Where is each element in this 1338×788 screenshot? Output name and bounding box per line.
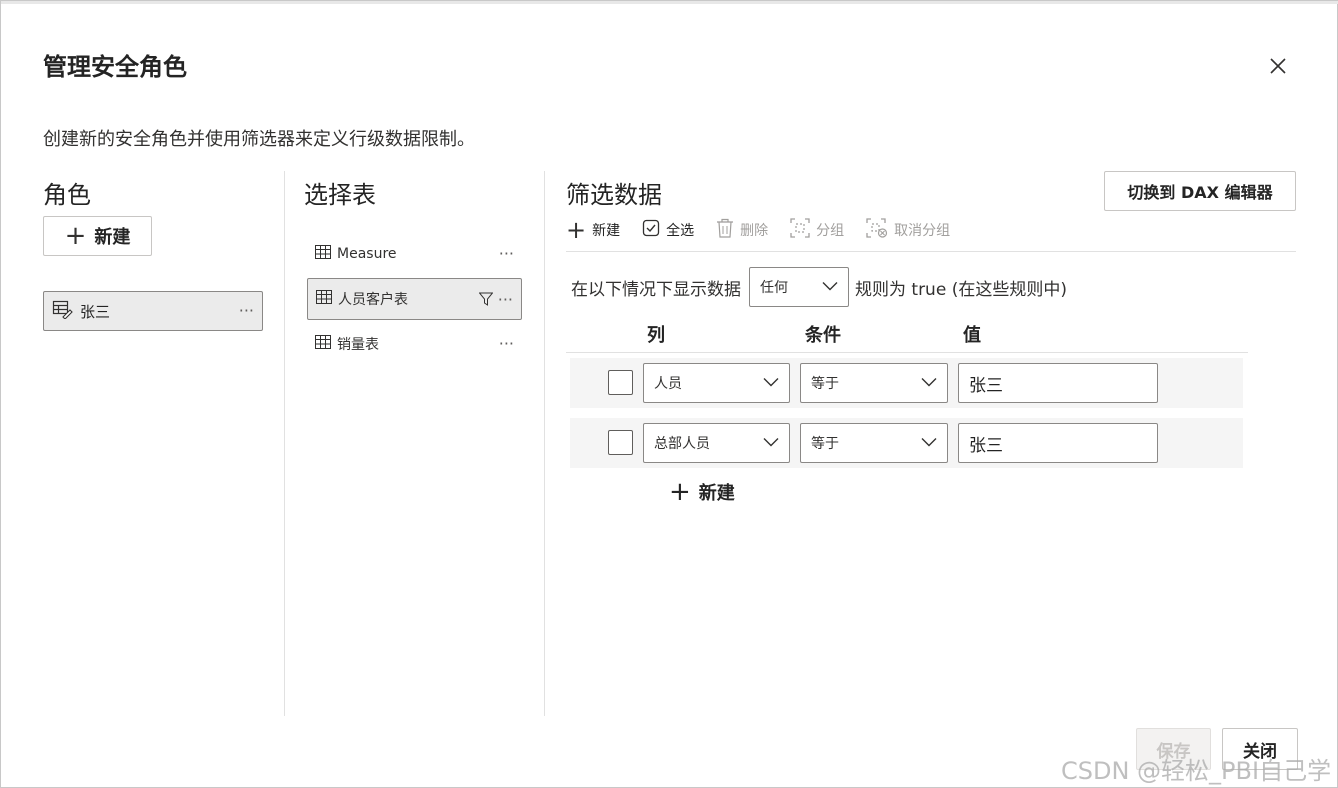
new-rule-label: 新建 bbox=[698, 483, 735, 504]
chevron-down-icon bbox=[921, 435, 937, 451]
filter-toolbar: + 新建 全选 删除 分组 取消分组 bbox=[566, 215, 972, 245]
column-divider bbox=[544, 171, 545, 716]
toolbar-ungroup-label: 取消分组 bbox=[894, 223, 951, 239]
new-role-button[interactable]: + 新建 bbox=[43, 216, 152, 256]
more-options-icon[interactable]: ··· bbox=[239, 301, 254, 320]
toolbar-select-all-label: 全选 bbox=[666, 223, 695, 239]
rule-condition-value: 等于 bbox=[811, 376, 839, 392]
column-header: 列 bbox=[647, 325, 665, 346]
rule-column-dropdown[interactable]: 人员 bbox=[643, 363, 790, 403]
rule-condition-dropdown[interactable]: 等于 bbox=[800, 423, 948, 463]
column-divider bbox=[284, 171, 285, 716]
rule-suffix-text: 规则为 true (在这些规则中) bbox=[855, 279, 1067, 300]
toolbar-new-label: 新建 bbox=[592, 223, 621, 239]
rule-condition-value: 等于 bbox=[811, 436, 839, 452]
background-strip bbox=[1, 1, 1338, 4]
role-edit-icon bbox=[52, 299, 74, 323]
toolbar-divider bbox=[566, 251, 1296, 252]
plus-icon: + bbox=[64, 221, 87, 251]
filter-rule-row: 总部人员 等于 张三 bbox=[570, 418, 1243, 468]
tables-heading: 选择表 bbox=[304, 181, 376, 209]
filter-rule-row: 人员 等于 张三 bbox=[570, 358, 1243, 408]
switch-to-dax-button[interactable]: 切换到 DAX 编辑器 bbox=[1104, 171, 1296, 211]
chevron-down-icon bbox=[763, 375, 779, 391]
toolbar-delete-button[interactable]: 删除 bbox=[716, 218, 768, 242]
roles-heading: 角色 bbox=[43, 181, 91, 209]
rule-column-dropdown[interactable]: 总部人员 bbox=[643, 423, 790, 463]
checkbox-checked-icon bbox=[642, 219, 660, 241]
table-icon bbox=[315, 245, 331, 263]
new-rule-button[interactable]: + 新建 bbox=[669, 479, 735, 505]
rule-match-value: 任何 bbox=[760, 280, 788, 296]
more-options-icon[interactable]: ··· bbox=[498, 290, 513, 309]
chevron-down-icon bbox=[763, 435, 779, 451]
condition-header: 条件 bbox=[805, 325, 841, 346]
rule-match-dropdown[interactable]: 任何 bbox=[749, 267, 849, 307]
rule-value-input[interactable]: 张三 bbox=[958, 363, 1158, 403]
table-item-label: 销量表 bbox=[337, 337, 379, 353]
ungroup-icon bbox=[866, 218, 888, 242]
toolbar-group-label: 分组 bbox=[816, 223, 845, 239]
group-icon bbox=[790, 218, 810, 242]
more-options-icon[interactable]: ··· bbox=[499, 244, 514, 263]
table-item-label: Measure bbox=[337, 246, 397, 262]
rule-checkbox[interactable] bbox=[608, 370, 633, 395]
value-header: 值 bbox=[963, 325, 981, 346]
rule-column-value: 人员 bbox=[654, 376, 682, 392]
dialog-title: 管理安全角色 bbox=[43, 53, 187, 81]
filter-icon bbox=[478, 292, 494, 310]
table-icon bbox=[316, 290, 332, 308]
toolbar-select-all-button[interactable]: 全选 bbox=[642, 219, 694, 241]
rule-condition-line: 在以下情况下显示数据 任何 规则为 true (在这些规则中) bbox=[571, 267, 1067, 307]
toolbar-ungroup-button[interactable]: 取消分组 bbox=[866, 218, 950, 242]
chevron-down-icon bbox=[921, 375, 937, 391]
rule-checkbox[interactable] bbox=[608, 430, 633, 455]
plus-icon: + bbox=[669, 477, 691, 507]
toolbar-new-button[interactable]: + 新建 bbox=[566, 218, 620, 242]
table-item-sales[interactable]: 销量表 ··· bbox=[307, 323, 522, 365]
role-item-label: 张三 bbox=[80, 302, 111, 321]
watermark: CSDN @轻松_PBI自己学 bbox=[1061, 757, 1332, 785]
more-options-icon[interactable]: ··· bbox=[499, 334, 514, 353]
table-item-person-customer[interactable]: 人员客户表 ··· bbox=[307, 278, 522, 320]
toolbar-delete-label: 删除 bbox=[740, 223, 769, 239]
table-icon bbox=[315, 335, 331, 353]
header-divider bbox=[566, 352, 1248, 353]
rule-value-input[interactable]: 张三 bbox=[958, 423, 1158, 463]
toolbar-group-button[interactable]: 分组 bbox=[790, 218, 844, 242]
manage-security-roles-dialog: 管理安全角色 创建新的安全角色并使用筛选器来定义行级数据限制。 角色 + 新建 … bbox=[0, 0, 1338, 788]
table-item-measure[interactable]: Measure ··· bbox=[307, 233, 522, 275]
rule-column-value: 总部人员 bbox=[654, 436, 710, 452]
plus-icon: + bbox=[566, 216, 587, 244]
rule-condition-dropdown[interactable]: 等于 bbox=[800, 363, 948, 403]
role-item[interactable]: 张三 ··· bbox=[43, 291, 263, 331]
trash-icon bbox=[716, 218, 734, 242]
chevron-down-icon bbox=[822, 279, 838, 295]
rule-prefix-text: 在以下情况下显示数据 bbox=[571, 279, 741, 300]
dialog-subtitle: 创建新的安全角色并使用筛选器来定义行级数据限制。 bbox=[43, 129, 475, 150]
new-role-label: 新建 bbox=[94, 227, 131, 248]
table-item-label: 人员客户表 bbox=[338, 292, 408, 308]
filter-heading: 筛选数据 bbox=[566, 181, 662, 209]
close-icon[interactable] bbox=[1263, 51, 1293, 81]
